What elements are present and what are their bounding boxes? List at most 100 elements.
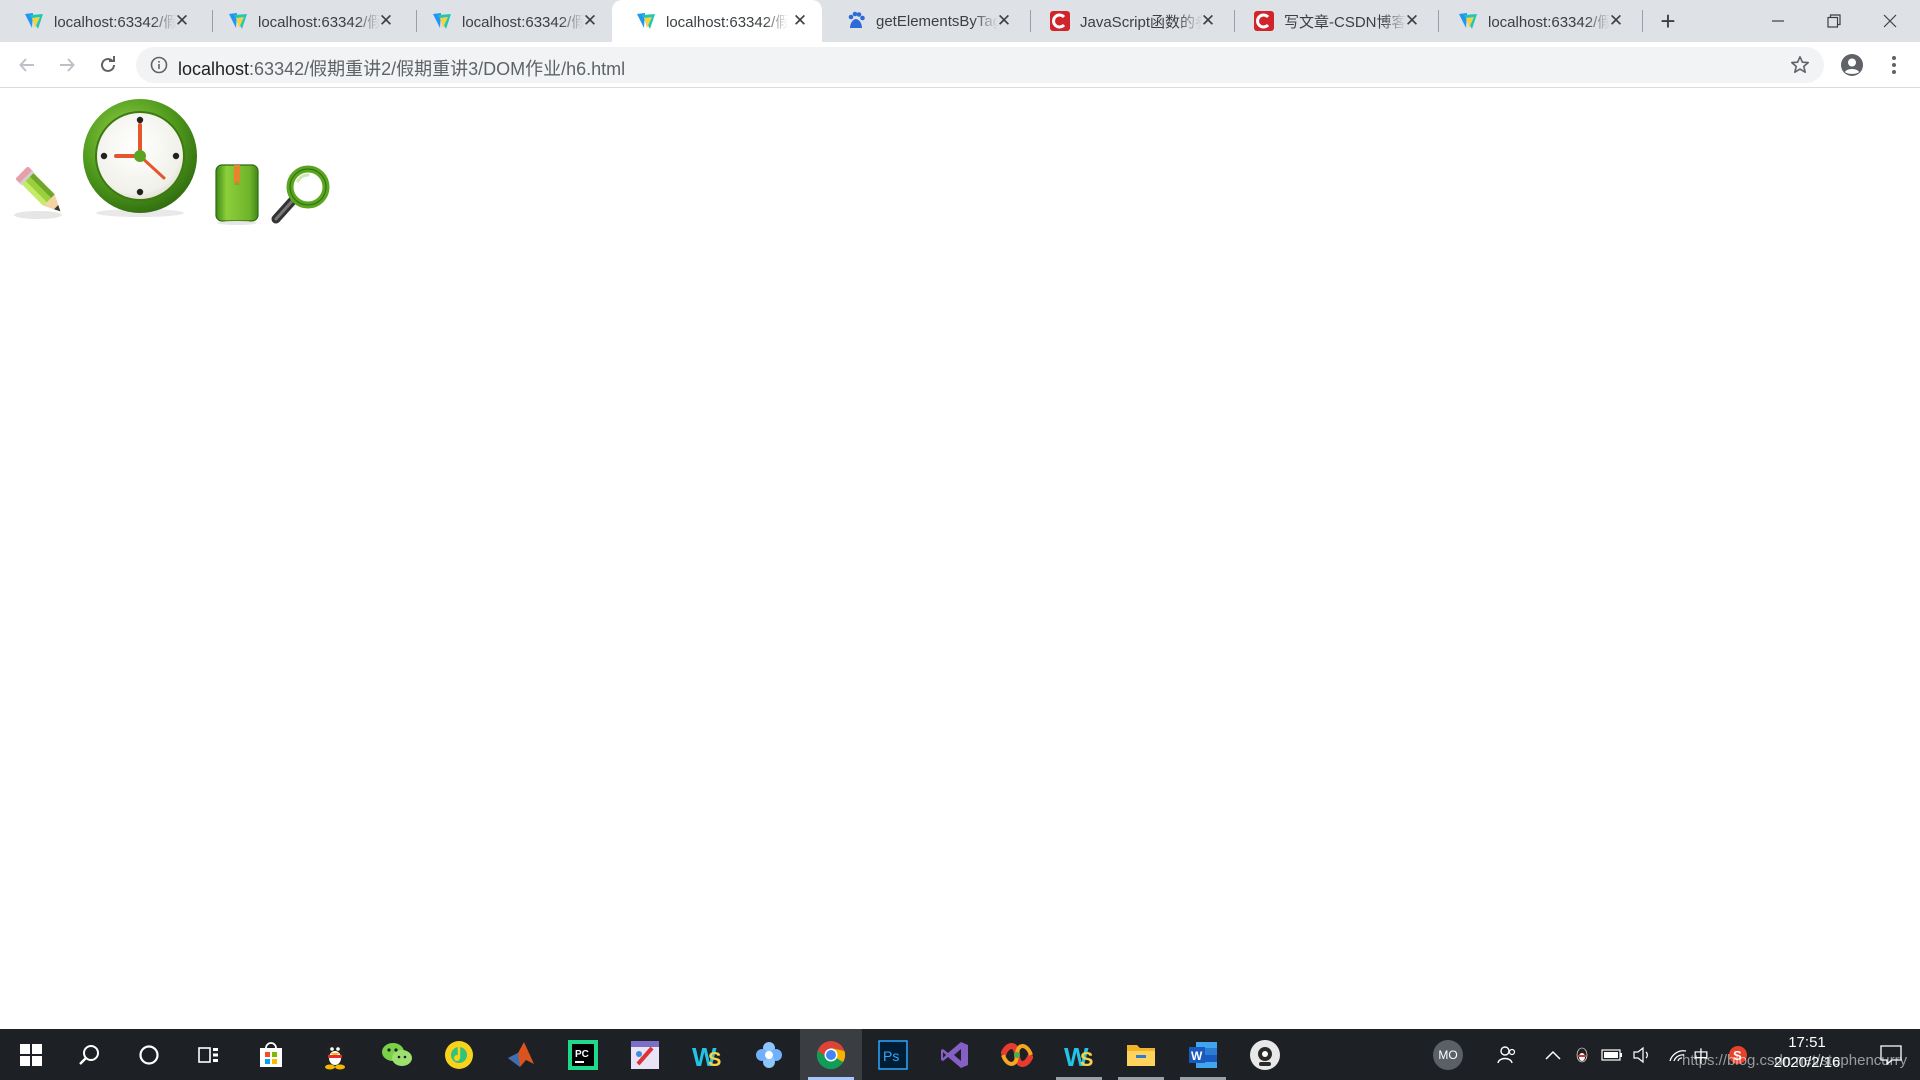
qq-music-icon	[445, 1040, 473, 1069]
close-icon[interactable]: ✕	[582, 12, 598, 29]
url-host: localhost	[178, 59, 250, 79]
restore-button[interactable]	[1806, 0, 1862, 42]
taskbar-matlab[interactable]	[490, 1029, 552, 1080]
url-path: :63342/假期重讲2/假期重讲3/DOM作业/h6.html	[249, 59, 626, 79]
taskbar-file-explorer[interactable]	[1110, 1029, 1172, 1080]
taskbar-webstorm[interactable]: WS	[1048, 1029, 1110, 1080]
tray-volume[interactable]	[1628, 1029, 1656, 1080]
pencil-icon[interactable]	[12, 163, 72, 223]
cortana-icon	[139, 1044, 159, 1065]
taskbar-pycharm[interactable]: PC	[552, 1029, 614, 1080]
webstorm-icon	[24, 11, 44, 31]
battery-icon	[1601, 1048, 1622, 1061]
taskbar-visual-studio[interactable]	[924, 1029, 986, 1080]
photoshop-icon: Ps	[878, 1039, 908, 1070]
file-explorer-icon	[1127, 1044, 1155, 1066]
tray-qq[interactable]	[1570, 1029, 1594, 1080]
chrome-icon	[816, 1040, 846, 1069]
taskbar-camera-app[interactable]	[1234, 1029, 1296, 1080]
forward-arrow-icon	[60, 58, 75, 72]
taskbar-xmind[interactable]	[986, 1029, 1048, 1080]
browser-tab[interactable]: localhost:63342/假 ✕	[408, 0, 612, 42]
tab-title: localhost:63342/假	[1488, 13, 1610, 31]
close-icon[interactable]: ✕	[1404, 12, 1420, 29]
new-tab-button[interactable]: +	[1655, 8, 1681, 35]
more-vertical-icon	[1892, 56, 1896, 74]
taskbar-word[interactable]: W	[1172, 1029, 1234, 1080]
csdn-icon	[1254, 11, 1274, 31]
taskbar-webstorm[interactable]: WS	[676, 1029, 738, 1080]
taskbar-qq-music[interactable]	[428, 1029, 490, 1080]
svg-text:W: W	[1191, 1049, 1203, 1063]
back-button[interactable]	[12, 50, 42, 80]
profile-button[interactable]	[1837, 50, 1867, 80]
browser-toolbar: localhost:63342/假期重讲2/假期重讲3/DOM作业/h6.htm…	[0, 42, 1920, 88]
clock-icon[interactable]	[80, 99, 200, 219]
tray-battery[interactable]	[1598, 1029, 1626, 1080]
magnifier-icon[interactable]	[270, 163, 334, 227]
taskbar-flower-app[interactable]	[738, 1029, 800, 1080]
taskbar-search-button[interactable]	[58, 1029, 120, 1080]
pycharm-icon: PC	[568, 1039, 598, 1070]
tab-title: 写文章-CSDN博客	[1284, 13, 1406, 31]
close-icon[interactable]: ✕	[996, 12, 1012, 29]
flower-app-icon	[756, 1041, 782, 1068]
reload-button[interactable]	[93, 50, 123, 80]
browser-tab[interactable]: JavaScript函数的参数 ✕	[1026, 0, 1230, 42]
tray-overflow-button[interactable]	[1538, 1029, 1568, 1080]
task-view-icon	[198, 1046, 218, 1063]
search-icon	[79, 1044, 99, 1065]
browser-tab[interactable]: localhost:63342/假 ✕	[1434, 0, 1638, 42]
bookmark-star-icon[interactable]	[1790, 55, 1810, 75]
task-view-button[interactable]	[178, 1029, 240, 1080]
webstorm-icon	[432, 11, 452, 31]
browser-tab[interactable]: localhost:63342/假 ✕	[204, 0, 408, 42]
taskbar-store[interactable]	[240, 1029, 302, 1080]
svg-text:S: S	[708, 1049, 721, 1070]
taskbar-photoshop[interactable]: Ps	[862, 1029, 924, 1080]
close-icon[interactable]: ✕	[792, 12, 808, 29]
close-icon[interactable]: ✕	[378, 12, 394, 29]
chevron-up-icon	[1545, 1050, 1561, 1060]
browser-tab-active[interactable]: localhost:63342/假 ✕	[612, 0, 822, 42]
baidu-icon	[846, 11, 866, 31]
taskbar-qq[interactable]	[304, 1029, 366, 1080]
info-icon[interactable]	[150, 56, 168, 74]
tray-people[interactable]	[1492, 1029, 1522, 1080]
taskbar-paint[interactable]	[614, 1029, 676, 1080]
forward-button[interactable]	[52, 50, 82, 80]
browser-tab[interactable]: getElementsByTagName ✕	[822, 0, 1026, 42]
minimize-button[interactable]	[1750, 0, 1806, 42]
taskbar-chrome[interactable]	[800, 1029, 862, 1080]
svg-text:S: S	[1080, 1049, 1093, 1070]
camera-app-icon	[1250, 1039, 1280, 1070]
profile-icon	[1841, 54, 1863, 76]
page-content	[0, 89, 1920, 1029]
restore-icon	[1827, 14, 1841, 28]
minimize-icon	[1772, 20, 1784, 22]
tab-title: JavaScript函数的参数	[1080, 13, 1202, 31]
taskbar-wechat[interactable]	[366, 1029, 428, 1080]
start-button[interactable]	[0, 1029, 62, 1080]
tray-avatar[interactable]: MO	[1430, 1029, 1466, 1080]
tab-title: localhost:63342/假	[666, 13, 788, 31]
close-window-button[interactable]	[1862, 0, 1918, 42]
cortana-button[interactable]	[118, 1029, 180, 1080]
avatar: MO	[1433, 1039, 1463, 1070]
close-icon[interactable]: ✕	[174, 12, 190, 29]
menu-button[interactable]	[1879, 50, 1909, 80]
visual-studio-icon	[941, 1041, 968, 1068]
store-icon	[260, 1041, 282, 1067]
browser-tab[interactable]: 写文章-CSDN博客 ✕	[1230, 0, 1434, 42]
close-icon[interactable]: ✕	[1608, 12, 1624, 29]
webstorm-icon	[636, 11, 656, 31]
browser-tab[interactable]: localhost:63342/假 ✕	[0, 0, 204, 42]
qq-icon	[325, 1041, 345, 1069]
book-icon[interactable]	[212, 163, 262, 225]
close-icon[interactable]: ✕	[1200, 12, 1216, 29]
back-arrow-icon	[19, 58, 34, 72]
address-bar[interactable]: localhost:63342/假期重讲2/假期重讲3/DOM作业/h6.htm…	[136, 47, 1824, 83]
url-text[interactable]: localhost:63342/假期重讲2/假期重讲3/DOM作业/h6.htm…	[178, 55, 625, 81]
tab-separator	[1642, 10, 1643, 32]
people-icon	[1497, 1045, 1516, 1063]
